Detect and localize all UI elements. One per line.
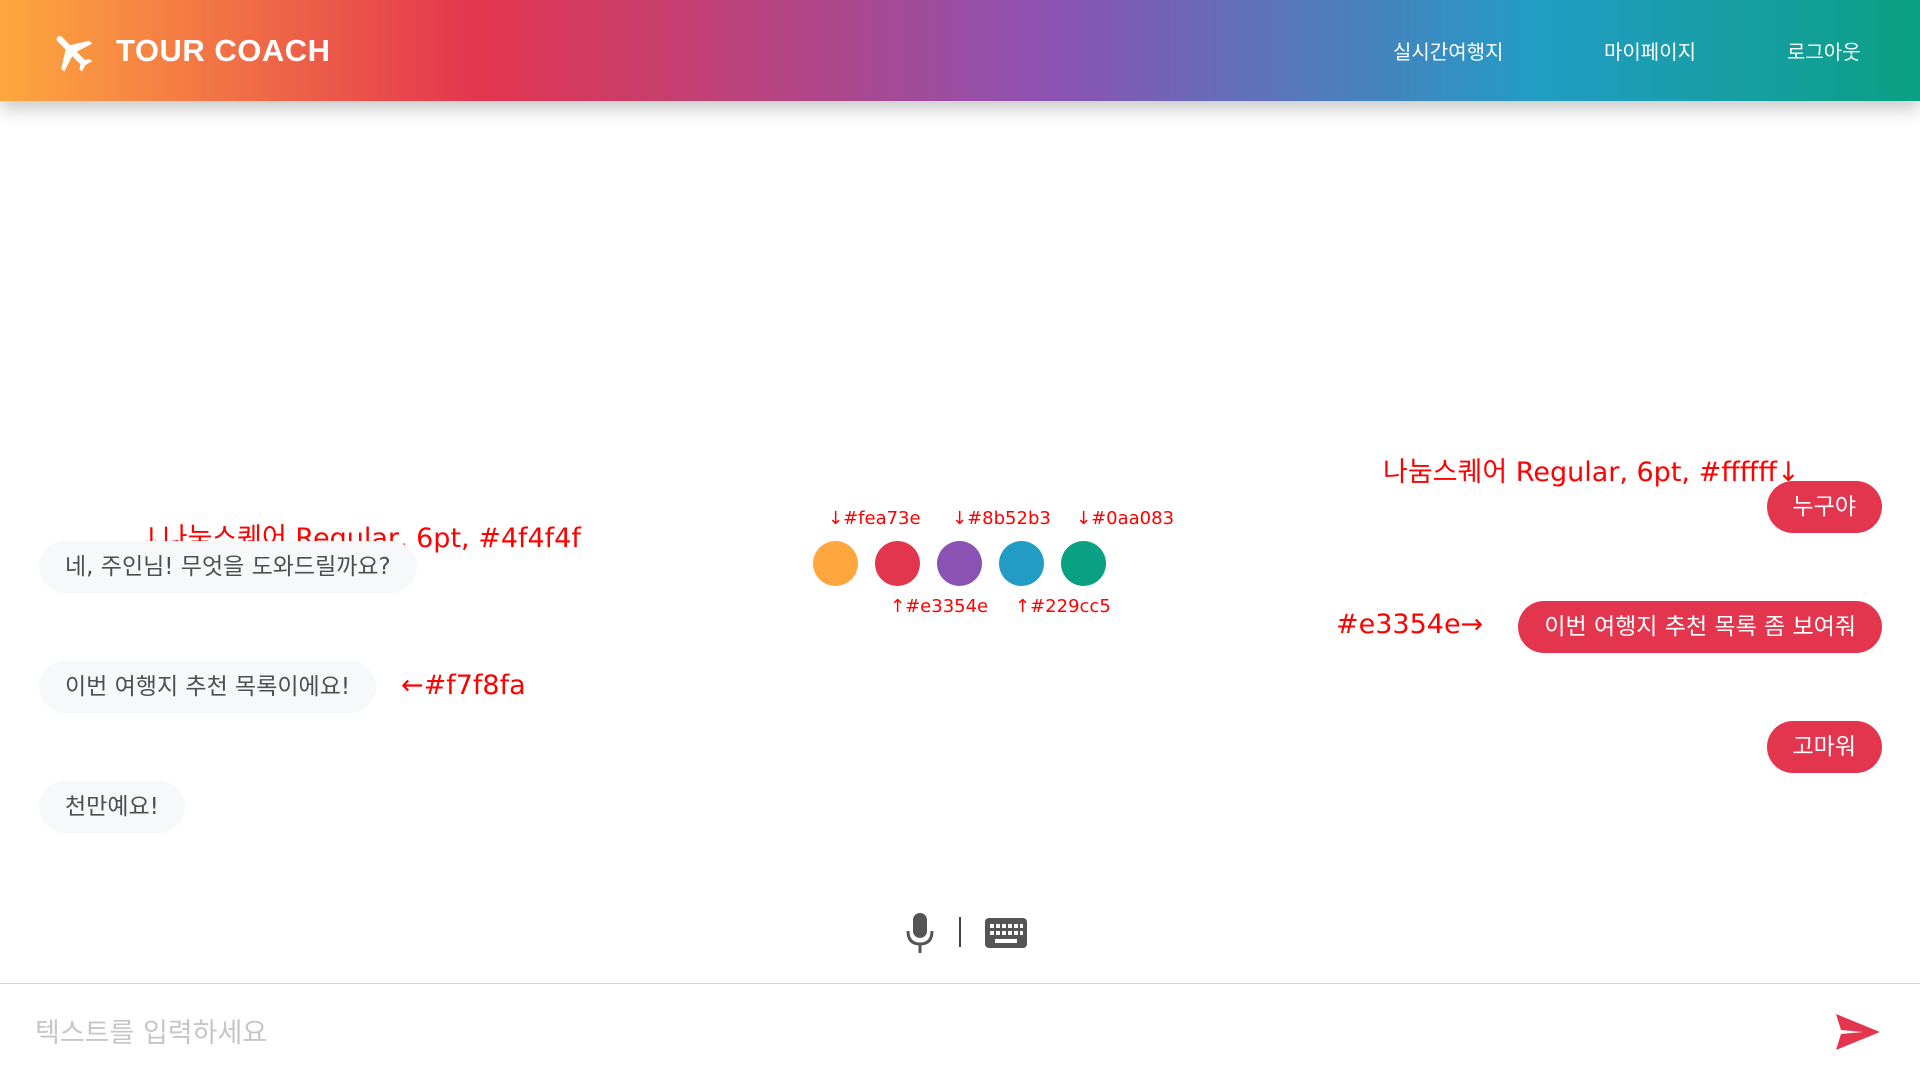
swatch-blue	[999, 541, 1044, 586]
swatch-green	[1061, 541, 1106, 586]
logo[interactable]: TOUR COACH	[48, 26, 331, 76]
user-message: 고마워	[1766, 721, 1882, 773]
nav-my-page[interactable]: 마이페이지	[1604, 36, 1696, 65]
swatch-label-red: ↑#e3354e	[890, 596, 989, 617]
microphone-icon[interactable]	[904, 912, 936, 954]
swatch-orange	[813, 541, 858, 586]
app-header: TOUR COACH 실시간여행지 마이페이지 로그아웃	[0, 0, 1920, 101]
swatch-label-blue: ↑#229cc5	[1015, 596, 1111, 617]
bot-message: 네, 주인님! 무엇을 도와드릴까요?	[39, 541, 417, 593]
swatch-label-green: ↓#0aa083	[1076, 508, 1175, 529]
annotation-user-bubble-color: #e3354e→	[1336, 609, 1484, 640]
message-input[interactable]	[33, 1010, 1817, 1056]
keyboard-icon[interactable]	[985, 918, 1027, 948]
swatch-label-purple: ↓#8b52b3	[952, 508, 1051, 529]
swatch-purple	[937, 541, 982, 586]
divider	[959, 917, 961, 947]
annotation-bot-bubble-color: ←#f7f8fa	[401, 670, 526, 701]
logo-text: TOUR COACH	[116, 33, 331, 68]
swatch-label-orange: ↓#fea73e	[828, 508, 921, 529]
send-icon[interactable]	[1835, 1012, 1881, 1052]
bot-message: 이번 여행지 추천 목록이에요!	[39, 661, 377, 713]
nav-logout[interactable]: 로그아웃	[1787, 36, 1861, 65]
user-message: 이번 여행지 추천 목록 좀 보여줘	[1518, 601, 1882, 653]
user-message: 누구야	[1766, 481, 1882, 533]
nav-realtime-destinations[interactable]: 실시간여행지	[1393, 36, 1503, 65]
swatch-red	[875, 541, 920, 586]
bot-message: 천만예요!	[39, 781, 185, 833]
airplane-icon	[56, 36, 93, 72]
annotation-user-font: 나눔스퀘어 Regular, 6pt, #ffffff↓	[1383, 457, 1800, 488]
